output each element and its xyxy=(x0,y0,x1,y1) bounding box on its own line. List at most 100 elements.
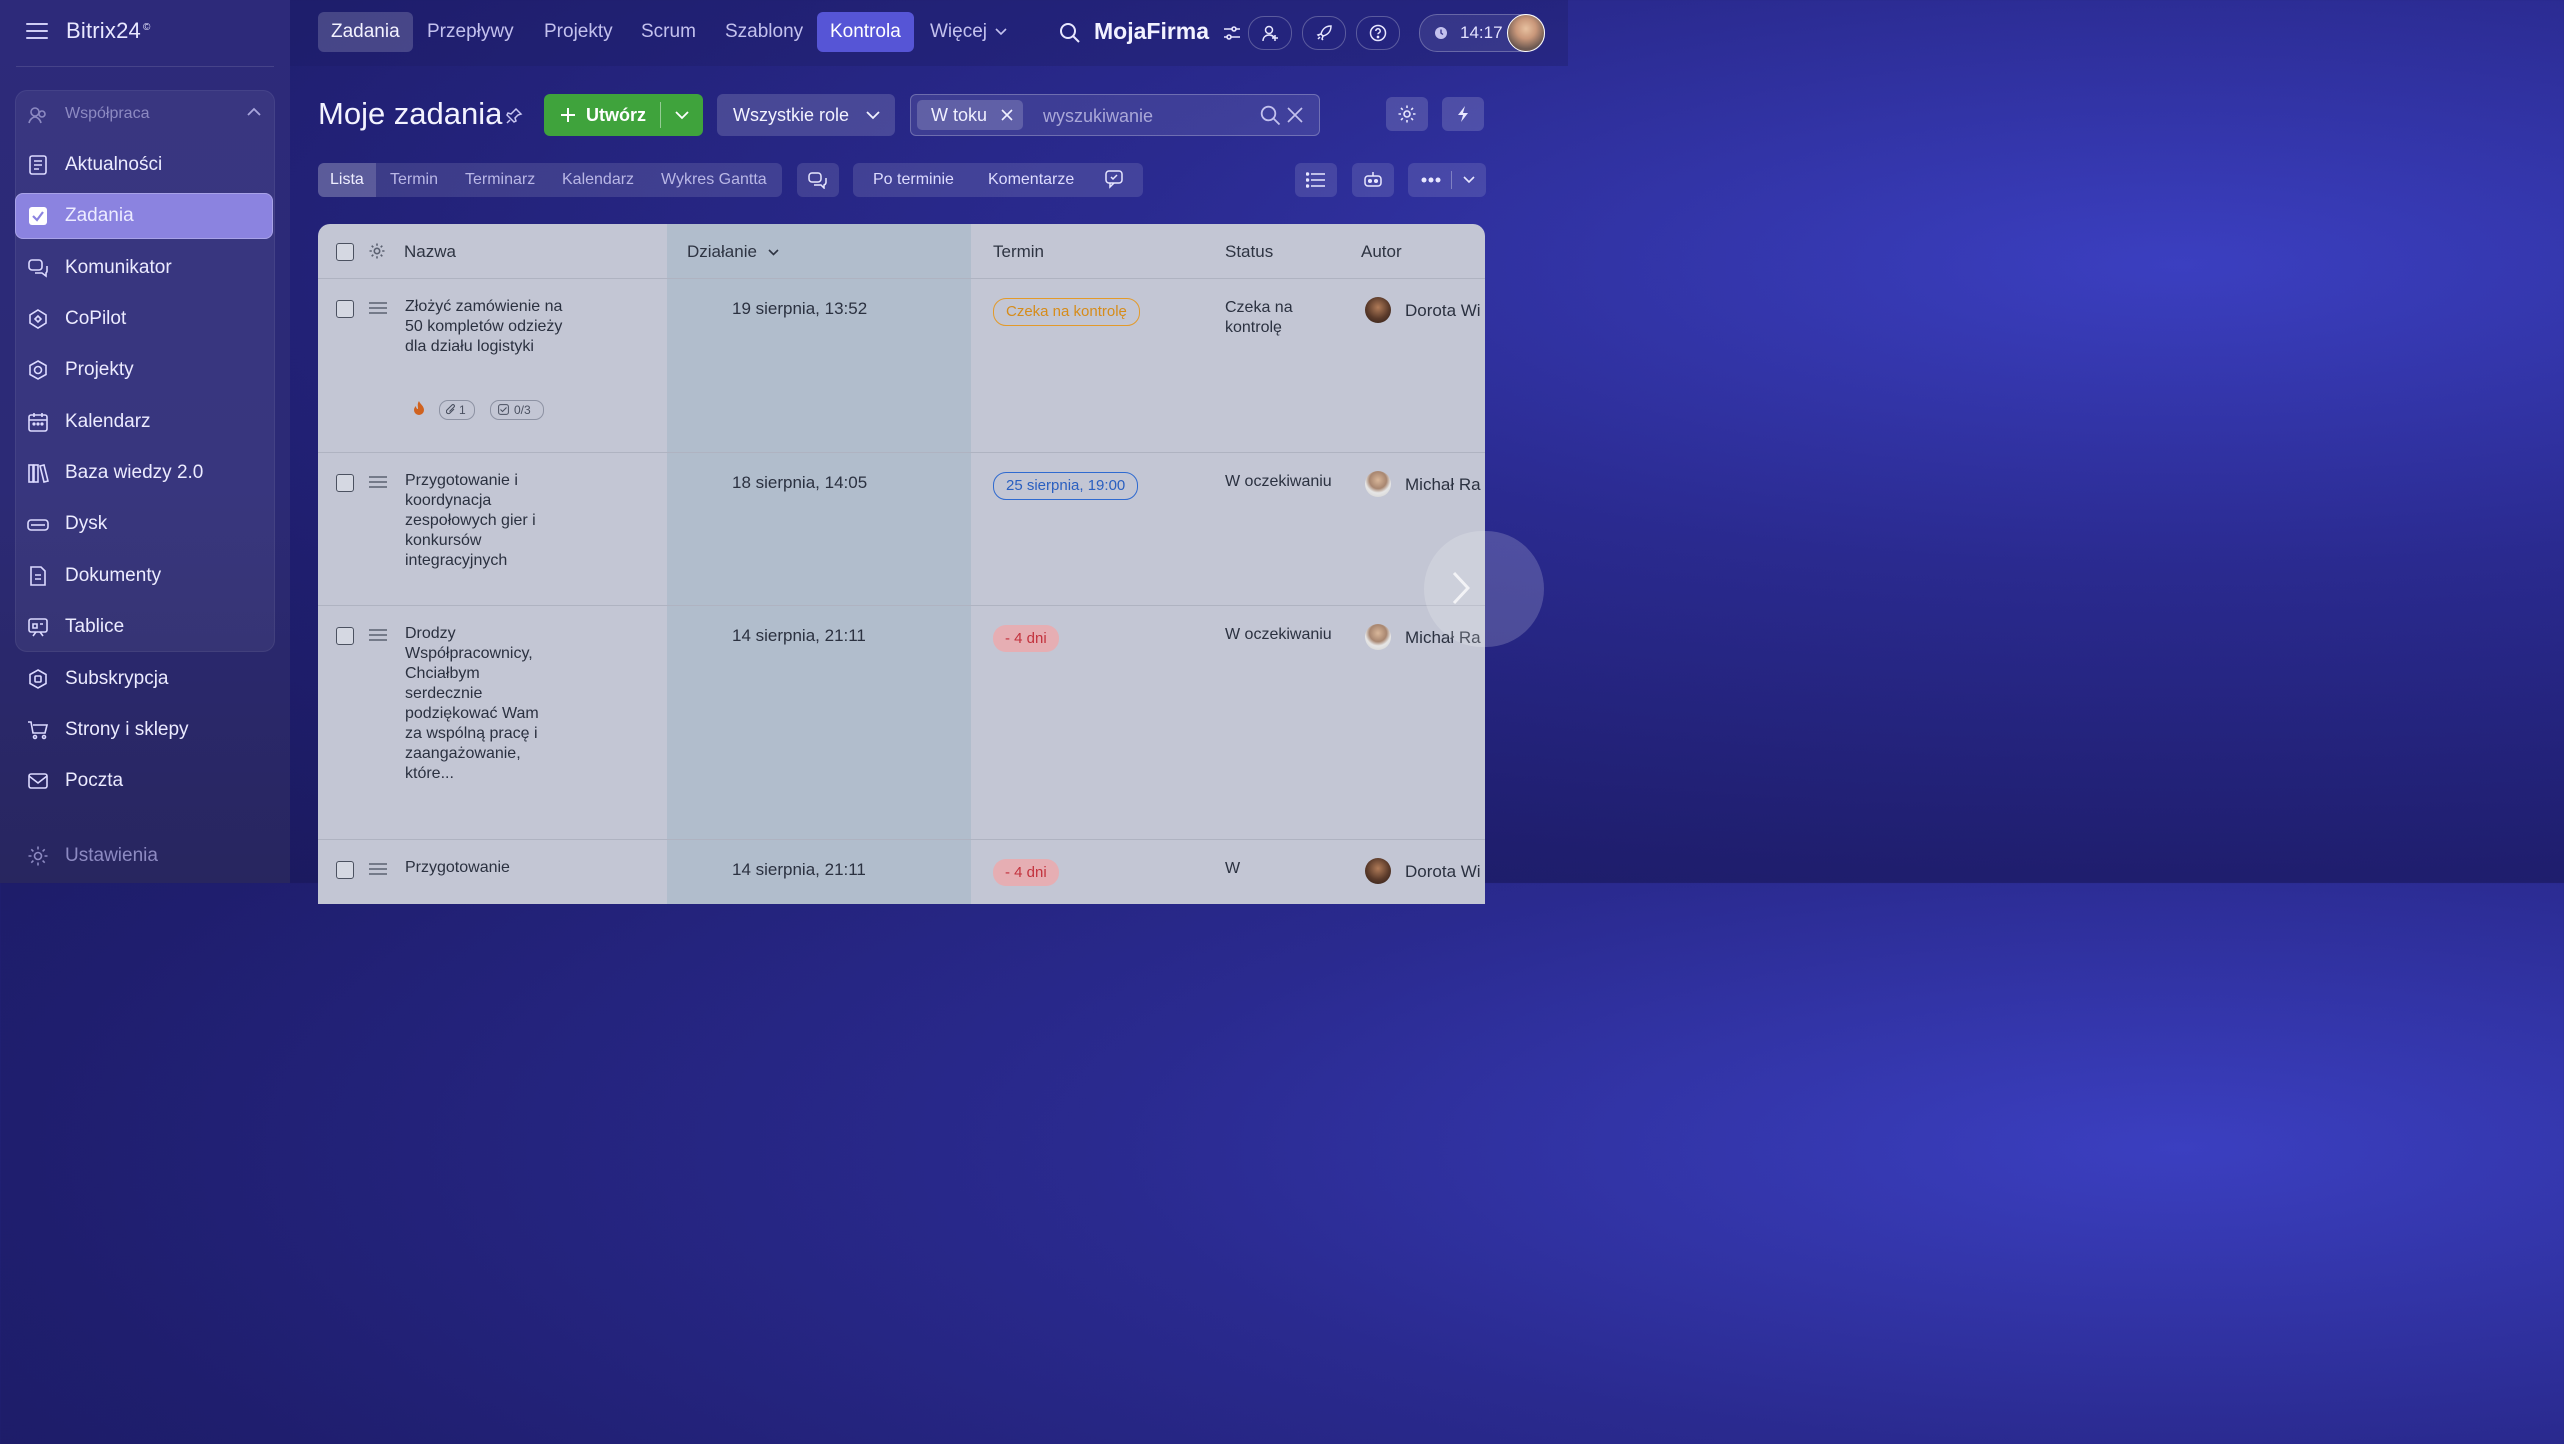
avatar[interactable] xyxy=(1365,297,1391,323)
deadline-badge[interactable]: 25 sierpnia, 19:00 xyxy=(993,472,1139,500)
drag-handle-icon[interactable] xyxy=(369,476,387,488)
task-name[interactable]: Przygotowanie xyxy=(405,858,565,878)
view-tab-wykres-gantta[interactable]: Wykres Gantta xyxy=(649,163,779,197)
gear-icon[interactable] xyxy=(368,242,386,260)
sidebar-item-poczta[interactable]: Poczta xyxy=(15,758,273,804)
task-author[interactable]: Michał Ra xyxy=(1405,475,1481,495)
row-checkbox[interactable] xyxy=(336,627,354,645)
list-settings-button[interactable] xyxy=(1295,163,1337,197)
avatar[interactable] xyxy=(1507,14,1545,52)
avatar[interactable] xyxy=(1365,471,1391,497)
task-author[interactable]: Dorota Wi xyxy=(1405,301,1481,321)
sidebar-item-dysk[interactable]: Dysk xyxy=(15,501,273,547)
task-name[interactable]: Złożyć zamówienie na 50 kompletów odzież… xyxy=(405,297,565,357)
row-checkbox[interactable] xyxy=(336,474,354,492)
task-name[interactable]: Drodzy Współpracownicy, Chciałbym serdec… xyxy=(405,624,555,784)
robot-button[interactable] xyxy=(1352,163,1394,197)
row-checkbox[interactable] xyxy=(336,861,354,879)
deadline-badge[interactable]: - 4 dni xyxy=(993,859,1059,886)
sidebar-item-dokumenty[interactable]: Dokumenty xyxy=(15,553,273,599)
more-actions-button[interactable] xyxy=(1408,163,1486,197)
clock-widget[interactable]: 14:17 xyxy=(1419,14,1545,52)
tab-scrum[interactable]: Scrum xyxy=(628,12,709,52)
automation-button[interactable] xyxy=(1442,97,1484,131)
sidebar-group-header[interactable]: Współpraca xyxy=(15,91,273,137)
column-header-autor[interactable]: Autor xyxy=(1361,242,1402,262)
sidebar-item-komunikator[interactable]: Komunikator xyxy=(15,245,273,291)
sliders-icon[interactable] xyxy=(1223,24,1241,42)
tab-wiecej[interactable]: Więcej xyxy=(917,12,1019,52)
comments-icon[interactable] xyxy=(1105,170,1127,190)
add-user-button[interactable] xyxy=(1248,16,1292,50)
filter-po-terminie[interactable]: Po terminie xyxy=(873,163,954,197)
tab-kontrola[interactable]: Kontrola xyxy=(817,12,914,52)
deadline-badge[interactable]: Czeka na kontrolę xyxy=(993,298,1140,326)
search-icon[interactable] xyxy=(1260,105,1281,126)
chat-view-button[interactable] xyxy=(797,163,839,197)
search-input[interactable] xyxy=(1041,102,1255,130)
pin-icon[interactable] xyxy=(505,107,523,125)
search-filter-box[interactable]: W toku xyxy=(910,94,1320,136)
tab-zadania[interactable]: Zadania xyxy=(318,12,413,52)
help-button[interactable] xyxy=(1356,16,1400,50)
sidebar-item-label: Komunikator xyxy=(65,257,172,278)
chevron-up-icon[interactable] xyxy=(247,107,261,116)
company-name[interactable]: MojaFirma xyxy=(1094,18,1209,45)
row-divider xyxy=(318,605,1485,606)
task-author[interactable]: Dorota Wi xyxy=(1405,862,1481,882)
sidebar-item-baza-wiedzy[interactable]: Baza wiedzy 2.0 xyxy=(15,450,273,496)
settings-button[interactable] xyxy=(1386,97,1428,131)
deadline-badge[interactable]: - 4 dni xyxy=(993,625,1059,652)
filter-komentarze[interactable]: Komentarze xyxy=(988,163,1074,197)
create-button[interactable]: Utwórz xyxy=(544,94,703,136)
sidebar-item-ustawienia[interactable]: Ustawienia xyxy=(15,833,273,879)
view-tab-terminarz[interactable]: Terminarz xyxy=(453,163,547,197)
drag-handle-icon[interactable] xyxy=(369,302,387,314)
view-tab-kalendarz[interactable]: Kalendarz xyxy=(550,163,646,197)
sidebar-item-copilot[interactable]: CoPilot xyxy=(15,296,273,342)
close-icon[interactable] xyxy=(1287,107,1303,123)
view-tab-termin[interactable]: Termin xyxy=(378,163,450,197)
column-header-dzialanie[interactable]: Działanie xyxy=(687,242,779,262)
column-header-status[interactable]: Status xyxy=(1225,242,1273,262)
search-icon[interactable] xyxy=(1059,22,1081,44)
attachments-badge[interactable]: 1 xyxy=(439,400,475,420)
menu-icon[interactable] xyxy=(26,22,48,40)
subscription-icon xyxy=(27,668,49,690)
chevron-down-icon[interactable] xyxy=(1463,176,1475,184)
checklist-icon xyxy=(498,404,509,415)
sidebar-item-zadania[interactable]: Zadania xyxy=(15,193,273,239)
drive-icon xyxy=(27,513,49,535)
tab-przeplywy[interactable]: Przepływy xyxy=(414,12,527,52)
avatar[interactable] xyxy=(1365,858,1391,884)
task-name[interactable]: Przygotowanie i koordynacja zespołowych … xyxy=(405,471,555,571)
column-header-termin[interactable]: Termin xyxy=(993,242,1044,262)
sidebar-item-projekty[interactable]: Projekty xyxy=(15,347,273,393)
sidebar-item-kalendarz[interactable]: Kalendarz xyxy=(15,399,273,445)
view-tab-lista[interactable]: Lista xyxy=(318,163,376,197)
drag-handle-icon[interactable] xyxy=(369,629,387,641)
row-divider xyxy=(318,452,1485,453)
sidebar-item-strony-i-sklepy[interactable]: Strony i sklepy xyxy=(15,707,273,753)
filter-chip[interactable]: W toku xyxy=(917,100,1023,130)
close-icon[interactable] xyxy=(1001,109,1013,121)
select-all-checkbox[interactable] xyxy=(336,243,354,261)
logo[interactable]: Bitrix24 © xyxy=(66,18,151,44)
drag-handle-icon[interactable] xyxy=(369,863,387,875)
column-header-nazwa[interactable]: Nazwa xyxy=(404,242,456,262)
chevron-down-icon[interactable] xyxy=(675,111,689,120)
avatar[interactable] xyxy=(1365,624,1391,650)
sidebar-item-aktualnosci[interactable]: Aktualności xyxy=(15,142,273,188)
tab-szablony[interactable]: Szablony xyxy=(712,12,816,52)
help-icon xyxy=(1369,24,1387,42)
tab-projekty[interactable]: Projekty xyxy=(531,12,626,52)
column-header-label: Działanie xyxy=(687,242,757,261)
roles-dropdown[interactable]: Wszystkie role xyxy=(717,94,895,136)
sidebar-item-subskrypcja[interactable]: Subskrypcja xyxy=(15,656,273,702)
checklist-badge[interactable]: 0/3 xyxy=(490,400,544,420)
rocket-button[interactable] xyxy=(1302,16,1346,50)
sidebar-item-label: Aktualności xyxy=(65,154,163,175)
sidebar-settings-label: Ustawienia xyxy=(65,845,158,866)
sidebar-item-tablice[interactable]: Tablice xyxy=(15,604,273,650)
row-checkbox[interactable] xyxy=(336,300,354,318)
